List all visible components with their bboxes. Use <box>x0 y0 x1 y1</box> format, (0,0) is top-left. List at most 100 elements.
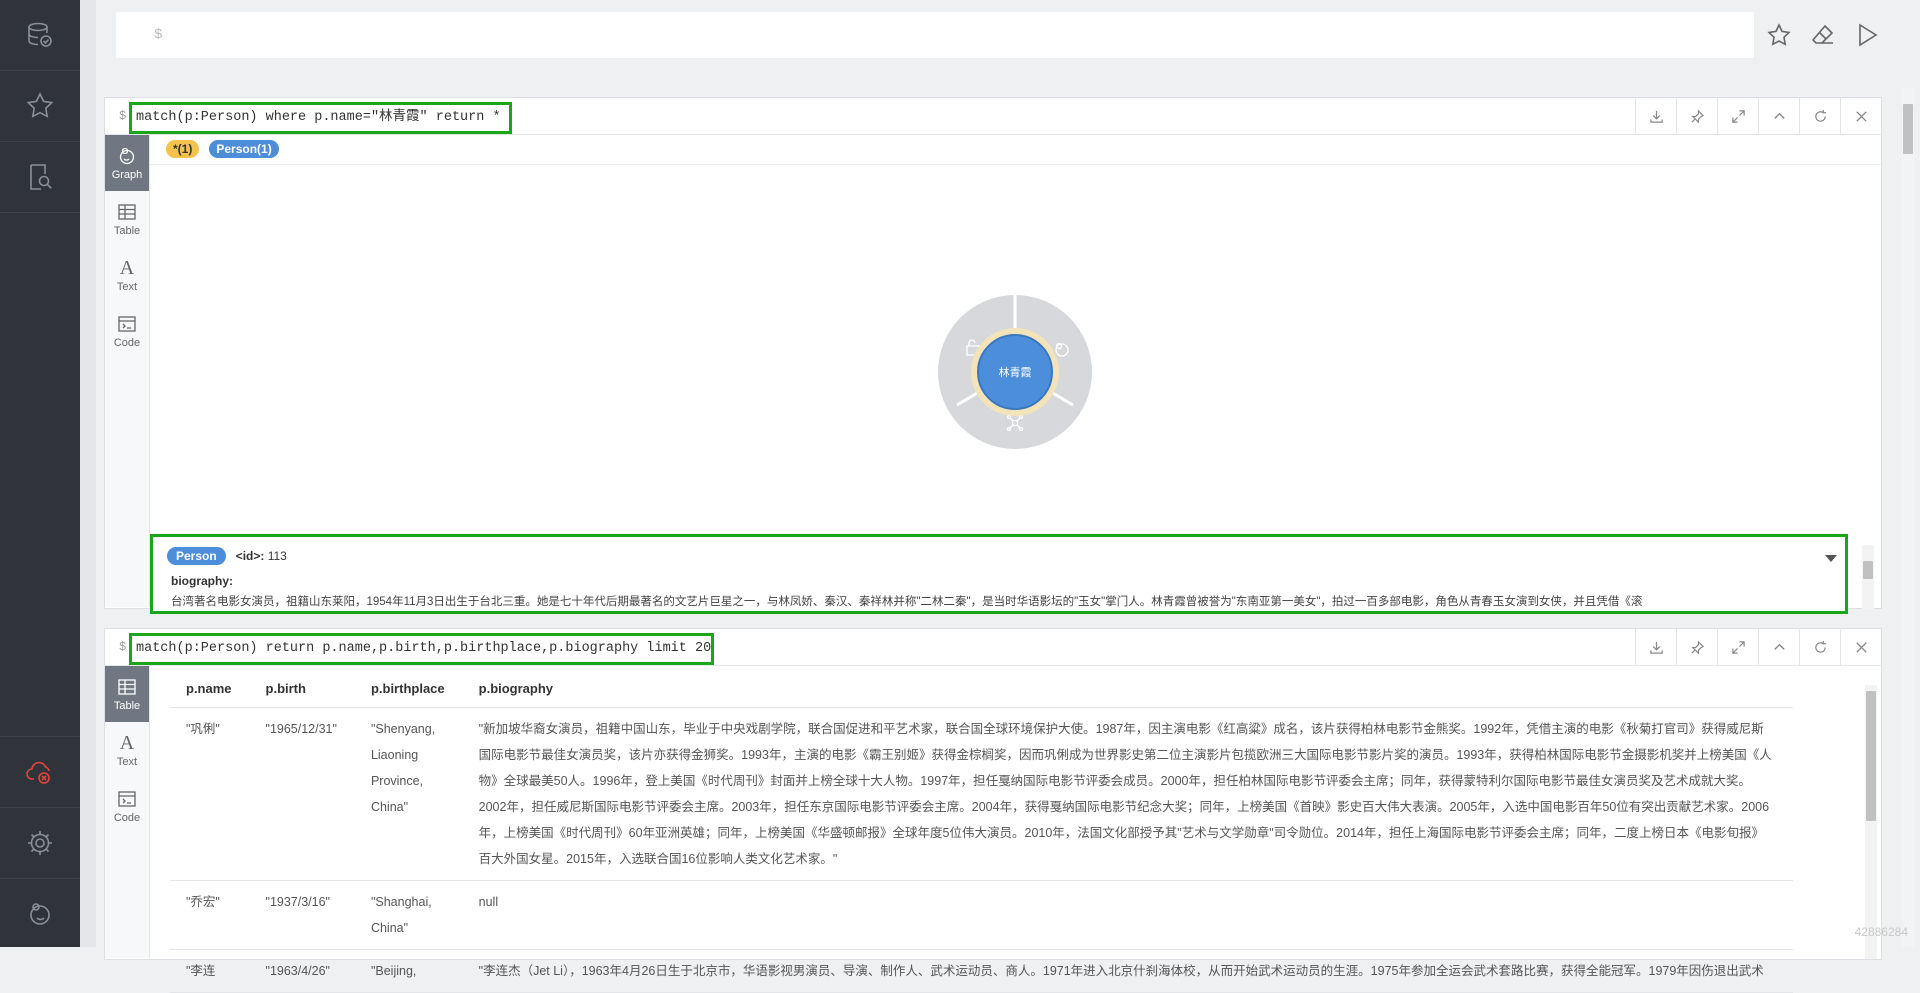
tab-table[interactable]: Table <box>105 666 149 722</box>
result-frame-graph: $ match(p:Person) where p.name="林青霞" ret… <box>104 97 1882 609</box>
watermark: 42886284 <box>1854 925 1908 939</box>
tab-code[interactable]: Code <box>105 303 149 359</box>
cell-name: "乔宏" <box>170 880 250 950</box>
rerun-button[interactable] <box>1799 98 1840 134</box>
database-button[interactable] <box>0 0 80 71</box>
result-frame-table: $ match(p:Person) return p.name,p.birth,… <box>104 628 1882 993</box>
frame-prompt: $ <box>119 109 127 123</box>
node-properties-panel: Person <id>: 113 biography: 台湾著名电影女演员，祖籍… <box>150 534 1848 614</box>
frame-header: $ match(p:Person) return p.name,p.birth,… <box>105 629 1881 666</box>
fullscreen-button[interactable] <box>1717 98 1758 134</box>
pin-button[interactable] <box>1676 629 1717 665</box>
tab-table-label: Table <box>113 699 141 712</box>
frame-header: $ match(p:Person) where p.name="林青霞" ret… <box>105 98 1881 135</box>
table-scrollbar[interactable] <box>1865 685 1877 959</box>
refresh-icon <box>1814 109 1826 122</box>
guides-button[interactable] <box>0 142 80 213</box>
legend-person-label[interactable]: Person(1) <box>209 140 279 158</box>
favorite-star-icon <box>1767 23 1791 46</box>
download-icon <box>1649 110 1663 123</box>
cell-name: "巩俐" <box>170 707 250 881</box>
export-button[interactable] <box>1635 98 1676 134</box>
column-header: p.birthplace <box>354 669 463 708</box>
graph-svg: 林青霞 <box>938 295 1092 449</box>
cell-birthplace: "Shenyang, Liaoning Province, China" <box>354 707 463 881</box>
fullscreen-button[interactable] <box>1717 629 1758 665</box>
cell-name: "李连 <box>170 949 250 993</box>
tab-code-label: Code <box>113 811 141 824</box>
close-icon <box>1855 641 1867 653</box>
graph-icon <box>119 147 135 164</box>
properties-id-value: 113 <box>267 549 287 563</box>
tab-graph[interactable]: Graph <box>105 135 149 191</box>
neo4j-logo-icon <box>30 903 50 925</box>
page-scroll-thumb[interactable] <box>1903 104 1913 154</box>
tab-table-label: Table <box>113 224 141 237</box>
person-node-label: 林青霞 <box>999 365 1032 379</box>
pin-button[interactable] <box>1676 98 1717 134</box>
query-editor[interactable]: $ <box>116 12 1754 58</box>
database-icon <box>28 22 52 47</box>
expand-icon <box>1731 109 1745 123</box>
close-frame-button[interactable] <box>1840 629 1881 665</box>
legend-all-nodes[interactable]: *(1) <box>166 140 200 158</box>
properties-id-key: <id>: <box>235 549 265 563</box>
connection-status-button[interactable] <box>0 736 80 807</box>
about-button[interactable] <box>0 878 80 949</box>
column-header: p.name <box>170 669 250 708</box>
cell-birthplace: "Shanghai, China" <box>354 880 463 950</box>
frame-query[interactable]: match(p:Person) where p.name="林青霞" retur… <box>129 102 512 134</box>
frame-actions <box>1635 629 1881 665</box>
stream-gutter <box>80 0 96 947</box>
run-query-button[interactable] <box>1850 18 1884 52</box>
chevron-down-icon[interactable] <box>1825 555 1837 562</box>
tab-graph-label: Graph <box>111 168 143 181</box>
tab-text[interactable]: A Text <box>105 247 149 303</box>
favorite-query-button[interactable] <box>1762 18 1796 52</box>
code-icon <box>118 790 136 807</box>
tab-table[interactable]: Table <box>105 191 149 247</box>
pin-icon <box>1690 108 1704 124</box>
properties-bio-key: biography: <box>171 574 233 588</box>
chevron-up-icon <box>1773 112 1785 119</box>
properties-header: Person <id>: 113 <box>167 547 287 565</box>
favorites-button[interactable] <box>0 71 80 142</box>
table-icon <box>118 678 136 695</box>
star-icon <box>26 92 54 118</box>
cell-birth: "1963/4/26" <box>249 949 355 993</box>
graph-legend: *(1) Person(1) <box>150 134 1881 165</box>
tab-text-label: Text <box>116 755 138 768</box>
cell-biography: "李连杰（Jet Li），1963年4月26日生于北京市，华语影视男演员、导演、… <box>462 949 1793 993</box>
frame-query[interactable]: match(p:Person) return p.name,p.birth,p.… <box>129 633 714 665</box>
refresh-icon <box>1814 640 1826 653</box>
column-header: p.birth <box>249 669 355 708</box>
settings-button[interactable] <box>0 807 80 878</box>
eraser-icon <box>1811 24 1834 44</box>
collapse-button[interactable] <box>1758 629 1799 665</box>
chevron-up-icon <box>1773 643 1785 650</box>
properties-scroll-thumb[interactable] <box>1863 561 1873 579</box>
expand-icon <box>1731 640 1745 654</box>
close-frame-button[interactable] <box>1840 98 1881 134</box>
properties-scrollbar[interactable] <box>1862 545 1874 609</box>
table-scroll-thumb[interactable] <box>1866 691 1876 821</box>
search-document-icon <box>30 164 52 190</box>
cloud-error-icon <box>26 761 50 784</box>
clear-editor-button[interactable] <box>1806 18 1840 52</box>
column-header: p.biography <box>462 669 1793 708</box>
frame-view-tabs: Table A Text Code <box>105 666 150 958</box>
results-table: p.name p.birth p.birthplace p.biography … <box>170 669 1793 993</box>
tab-text[interactable]: A Text <box>105 722 149 778</box>
export-button[interactable] <box>1635 629 1676 665</box>
page-scrollbar[interactable] <box>1902 88 1914 947</box>
properties-label-pill[interactable]: Person <box>167 547 226 565</box>
collapse-button[interactable] <box>1758 98 1799 134</box>
left-sidebar <box>0 0 80 947</box>
cell-biography: "新加坡华裔女演员，祖籍中国山东，毕业于中央戏剧学院，联合国促进和平艺术家，联合… <box>462 707 1793 881</box>
code-icon <box>118 315 136 332</box>
table-header-row: p.name p.birth p.birthplace p.biography <box>170 669 1793 708</box>
tab-text-label: Text <box>116 280 138 293</box>
download-icon <box>1649 641 1663 654</box>
tab-code[interactable]: Code <box>105 778 149 834</box>
rerun-button[interactable] <box>1799 629 1840 665</box>
